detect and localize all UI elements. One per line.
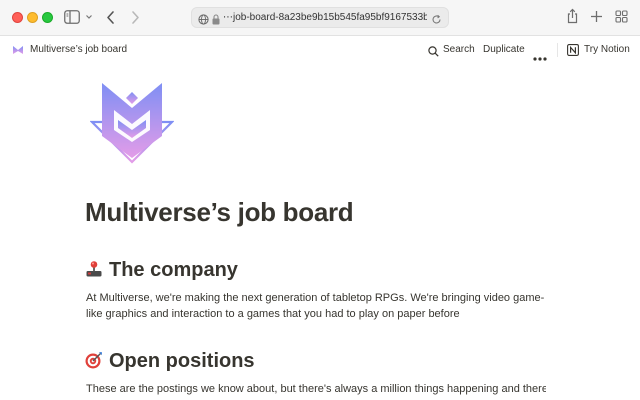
reload-icon[interactable] [431,12,442,24]
joystick-icon [85,260,103,278]
page-title: Multiverse’s job board [85,197,354,227]
duplicate-button[interactable]: Duplicate [483,43,525,56]
chevron-down-icon[interactable] [85,12,93,22]
browser-toolbar: ⋯job-board-8a23be9b15b545fa95bf9167533bf… [0,0,640,36]
close-window-button[interactable] [12,12,23,23]
search-icon[interactable] [428,44,439,57]
address-bar[interactable]: ⋯job-board-8a23be9b15b545fa95bf9167533bf… [191,7,449,28]
topbar-divider [557,43,558,57]
url-text: ⋯job-board-8a23be9b15b545fa95bf9167533bf… [223,12,427,23]
minimize-window-button[interactable] [27,12,38,23]
notion-topbar: Multiverse’s job board Search Duplicate … [0,37,640,63]
breadcrumb-page-title[interactable]: Multiverse’s job board [30,43,127,56]
share-icon[interactable] [566,8,579,24]
section-heading-positions-text: Open positions [109,350,255,372]
zoom-window-button[interactable] [42,12,53,23]
search-button[interactable]: Search [443,43,475,56]
globe-icon [198,12,209,25]
section-heading-company-text: The company [109,259,238,281]
tab-overview-icon[interactable] [615,10,628,23]
positions-paragraph: These are the postings we know about, bu… [86,383,546,395]
forward-arrow-icon[interactable] [129,10,141,25]
lock-icon [212,12,220,25]
section-heading-company: The company [85,258,238,282]
plus-icon[interactable] [590,10,603,23]
company-paragraph: At Multiverse, we're making the next gen… [86,292,545,320]
try-notion-button[interactable]: Try Notion [584,43,630,56]
section-heading-positions: Open positions [85,349,255,373]
dart-target-icon [85,351,103,369]
more-options-icon[interactable] [533,48,547,61]
page-cover-logo [89,80,175,166]
sidebar-toggle-icon[interactable] [64,10,80,24]
notion-logo-icon[interactable] [567,43,579,56]
page-logo-small-icon[interactable] [12,43,24,55]
back-arrow-icon[interactable] [105,10,117,25]
